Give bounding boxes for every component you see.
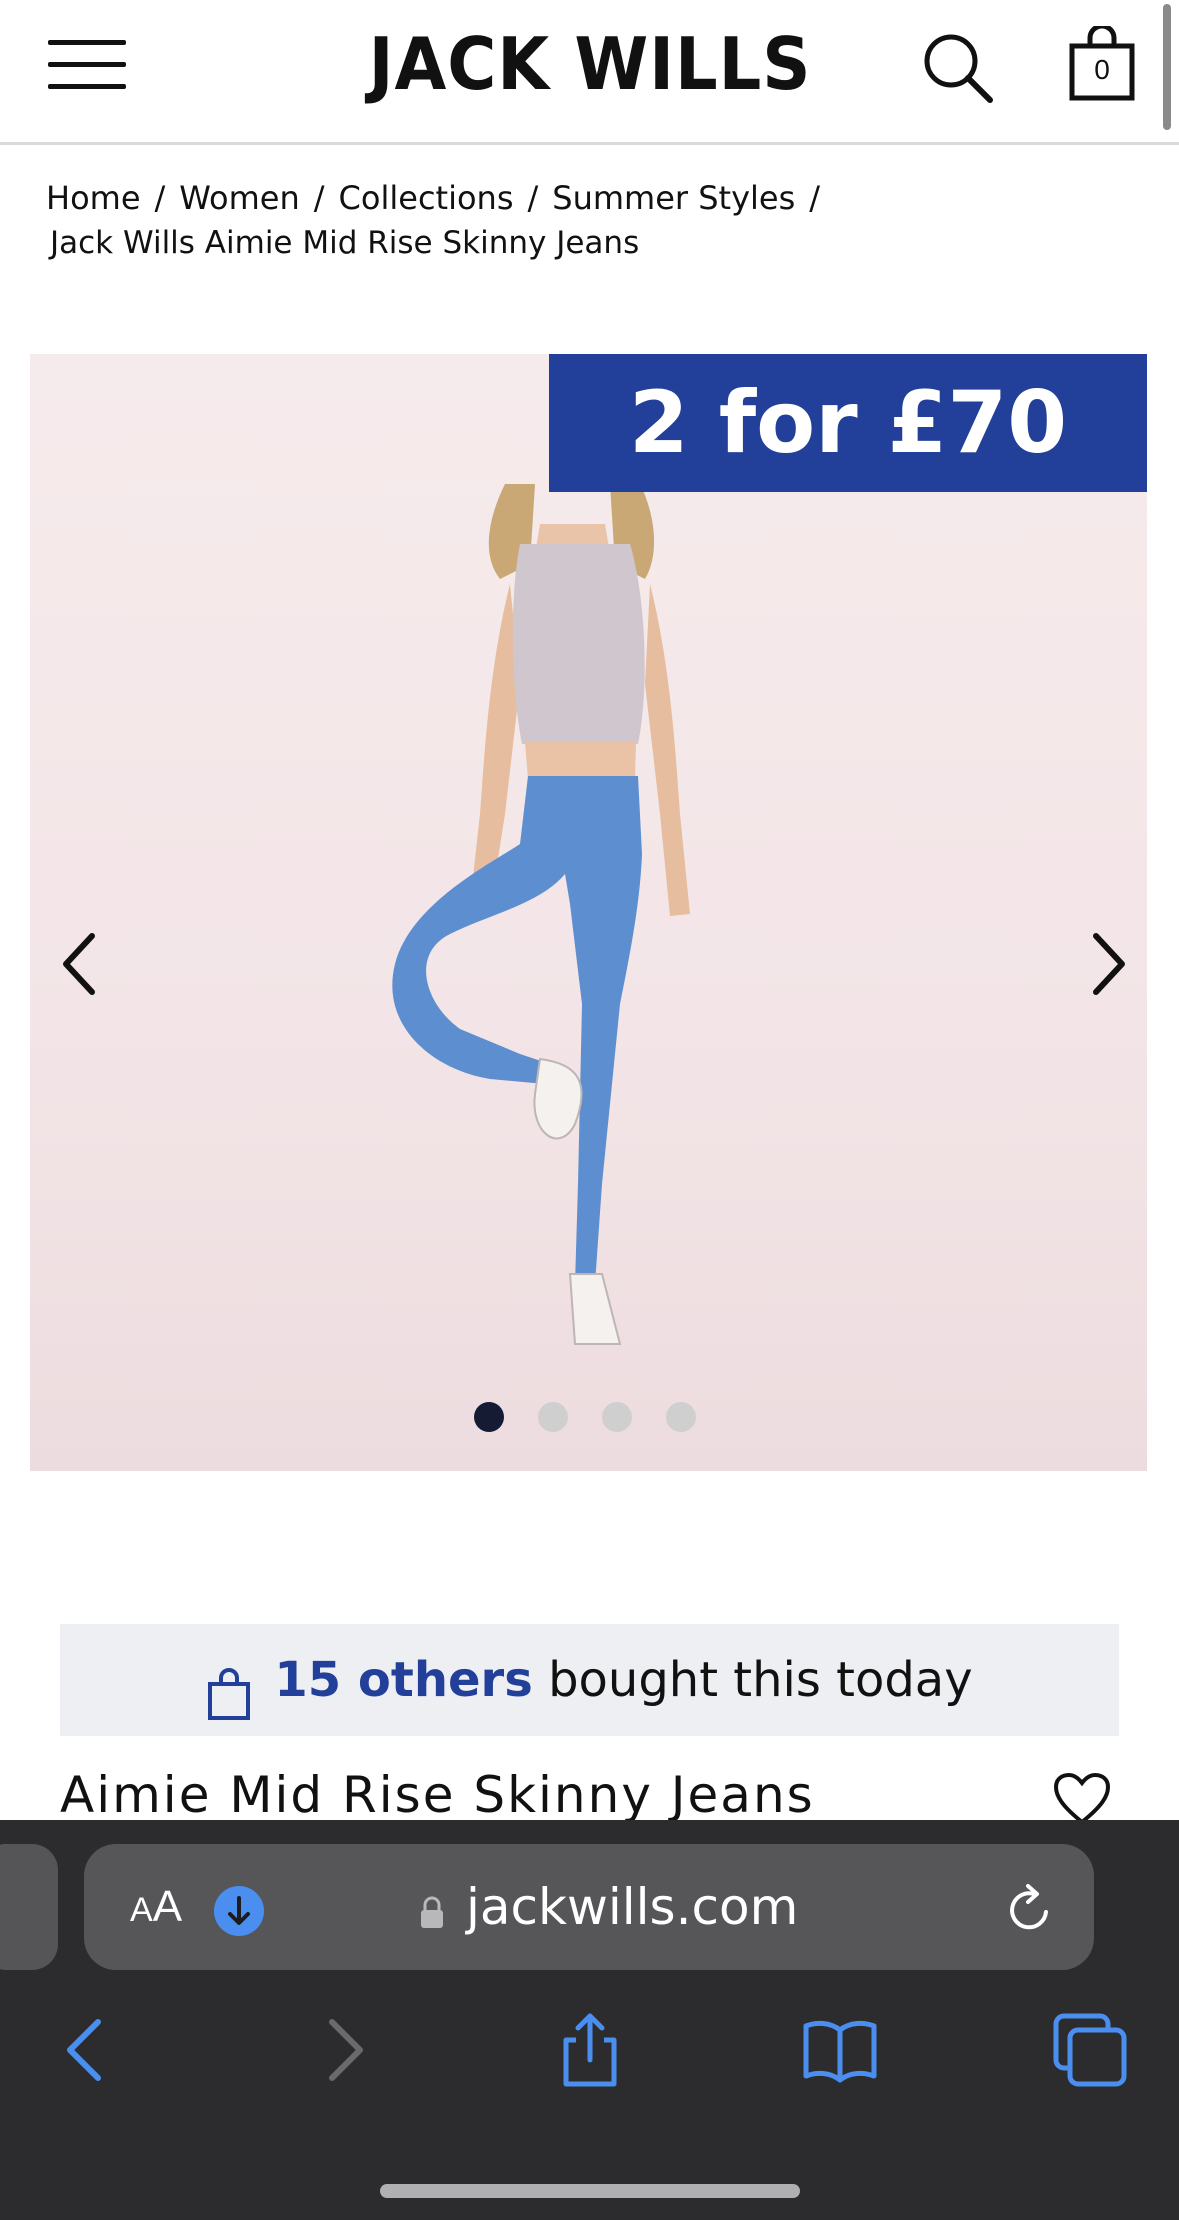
url-text[interactable]: jackwills.com [466, 1878, 798, 1936]
shopping-bag-icon [206, 1650, 252, 1720]
product-image-carousel[interactable]: 2 for £70 [30, 354, 1147, 1471]
carousel-dot[interactable] [474, 1402, 504, 1432]
menu-icon[interactable] [48, 34, 128, 94]
browser-toolbar: AA jackwills.com [0, 1820, 1179, 2220]
carousel-dot[interactable] [602, 1402, 632, 1432]
carousel-dot[interactable] [666, 1402, 696, 1432]
lock-icon [418, 1894, 446, 1930]
chevron-right-icon[interactable] [1078, 924, 1138, 1004]
reload-icon[interactable] [1004, 1882, 1056, 1938]
promo-banner: 2 for £70 [549, 354, 1147, 492]
address-bar[interactable]: AA jackwills.com [84, 1844, 1094, 1970]
breadcrumb-summer-styles[interactable]: Summer Styles [552, 179, 795, 217]
share-icon[interactable] [550, 2010, 630, 2090]
carousel-dot[interactable] [538, 1402, 568, 1432]
cart-count: 0 [1094, 54, 1110, 85]
brand-logo[interactable]: JACK WILLS [358, 22, 823, 106]
previous-tab-preview[interactable] [0, 1844, 58, 1970]
forward-icon[interactable] [304, 2010, 384, 2090]
breadcrumb-separator: / [527, 179, 539, 217]
shopping-bag-icon[interactable]: 0 [1066, 23, 1138, 104]
site-header: JACK WILLS 0 [0, 0, 1179, 145]
search-icon[interactable] [920, 30, 996, 106]
text-size-button[interactable]: AA [130, 1882, 182, 1932]
breadcrumb-separator: / [154, 179, 166, 217]
social-proof-banner: 15 others bought this today [60, 1624, 1119, 1736]
breadcrumb-separator: / [313, 179, 325, 217]
chevron-left-icon[interactable] [50, 924, 110, 1004]
product-title: Aimie Mid Rise Skinny Jeans [60, 1766, 815, 1824]
download-icon[interactable] [214, 1886, 264, 1936]
bookmarks-icon[interactable] [800, 2010, 880, 2090]
home-indicator[interactable] [380, 2184, 800, 2198]
product-photo [392, 484, 690, 1345]
breadcrumb: Home / Women / Collections / Summer Styles / Ja… [46, 176, 1126, 266]
back-icon[interactable] [46, 2010, 126, 2090]
heart-icon[interactable] [1052, 1772, 1112, 1826]
purchase-count: 15 others [274, 1652, 533, 1708]
breadcrumb-current: Jack Wills Aimie Mid Rise Skinny Jeans [50, 225, 640, 261]
breadcrumb-collections[interactable]: Collections [339, 179, 514, 217]
carousel-indicators [474, 1402, 730, 1434]
scrollbar[interactable] [1163, 4, 1171, 130]
tabs-icon[interactable] [1050, 2010, 1130, 2090]
social-proof-text: bought this today [548, 1652, 973, 1708]
breadcrumb-women[interactable]: Women [179, 179, 299, 217]
breadcrumb-separator: / [809, 179, 821, 217]
breadcrumb-home[interactable]: Home [46, 179, 141, 217]
